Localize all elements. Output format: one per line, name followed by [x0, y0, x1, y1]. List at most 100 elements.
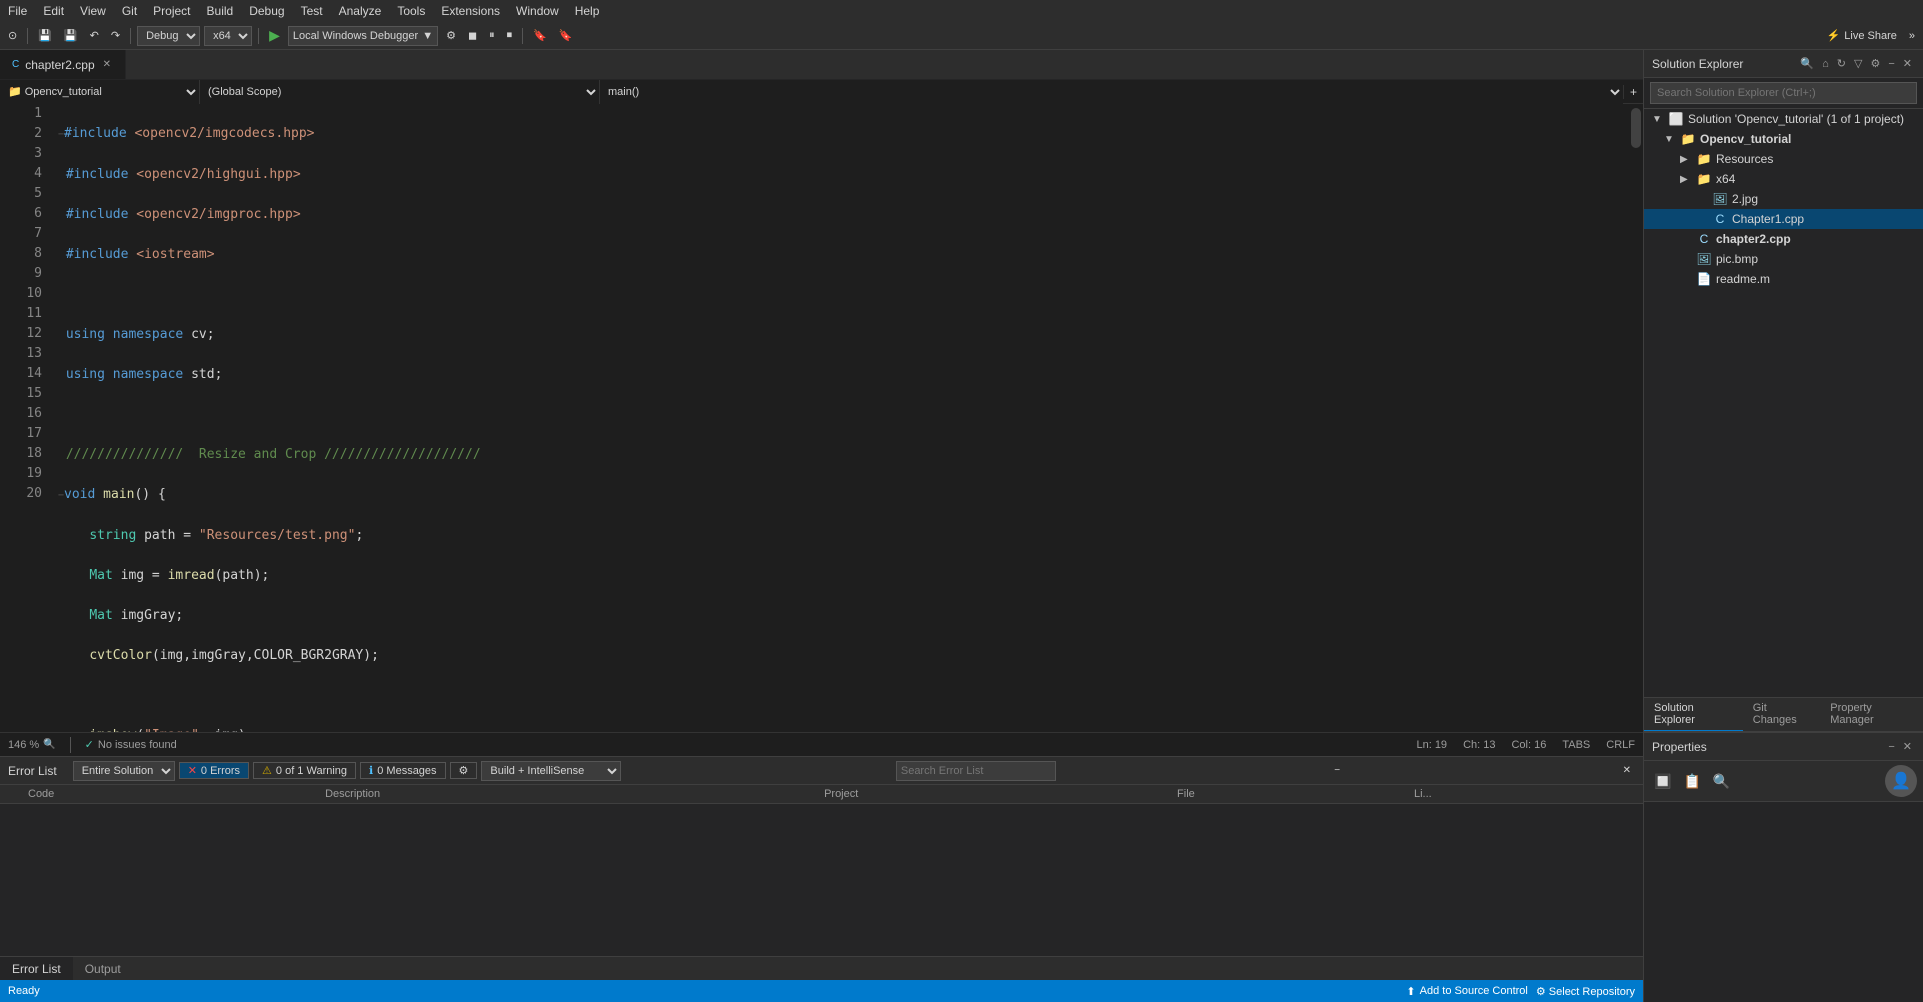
- tab-git-changes[interactable]: Git Changes: [1743, 698, 1820, 731]
- tab-solution-explorer[interactable]: Solution Explorer: [1644, 698, 1743, 731]
- prop-btn-2[interactable]: 📋: [1679, 765, 1704, 797]
- toolbar-save[interactable]: 💾: [34, 27, 56, 44]
- prop-btn-3[interactable]: 🔍: [1709, 765, 1734, 797]
- side-tabs: Solution Explorer Git Changes Property M…: [1644, 697, 1923, 732]
- prop-btn-1[interactable]: 🔲: [1650, 765, 1675, 797]
- toolbar-undo[interactable]: ↶: [86, 27, 103, 44]
- x64-label: x64: [1716, 172, 1735, 186]
- tree-x64[interactable]: ▶ 📁 x64: [1644, 169, 1923, 189]
- tab-property-manager[interactable]: Property Manager: [1820, 698, 1923, 731]
- toolbar-misc2[interactable]: ⏸: [485, 27, 499, 44]
- tree-resources[interactable]: ▶ 📁 Resources: [1644, 149, 1923, 169]
- tree-readme[interactable]: ▶ 📄 readme.m: [1644, 269, 1923, 289]
- select-repo-label: ⚙ Select Repository: [1536, 985, 1635, 998]
- menu-help[interactable]: Help: [567, 2, 608, 20]
- se-minimize-btn[interactable]: −: [1885, 56, 1897, 71]
- code-line-15: [58, 686, 1629, 706]
- toolbar-misc3[interactable]: ⏹: [503, 27, 517, 44]
- error-search-input[interactable]: [896, 761, 1056, 781]
- col-description[interactable]: Description: [317, 785, 816, 804]
- solution-search-input[interactable]: [1650, 82, 1917, 104]
- add-source-control[interactable]: ⬆ Add to Source Control: [1406, 985, 1527, 998]
- toolbar-misc1[interactable]: ◼: [464, 27, 481, 44]
- properties-minimize[interactable]: −: [1885, 739, 1897, 754]
- vertical-scrollbar[interactable]: [1629, 104, 1643, 732]
- status-crlf[interactable]: CRLF: [1606, 739, 1635, 751]
- tab-error-list[interactable]: Error List: [0, 957, 73, 981]
- toolbar-misc5[interactable]: 🔖: [555, 27, 577, 44]
- scrollbar-thumb[interactable]: [1631, 108, 1641, 148]
- error-list-title: Error List: [8, 764, 57, 778]
- se-settings-btn[interactable]: ⚙: [1867, 56, 1883, 71]
- build-filter-select[interactable]: Build + IntelliSense: [481, 761, 621, 781]
- error-list-minimize[interactable]: −: [1330, 765, 1344, 776]
- col-project[interactable]: Project: [816, 785, 1169, 804]
- tree-root[interactable]: ▼ ⬜ Solution 'Opencv_tutorial' (1 of 1 p…: [1644, 109, 1923, 129]
- menu-extensions[interactable]: Extensions: [433, 2, 508, 20]
- tree-2jpg[interactable]: ▶ 🖼 2.jpg: [1644, 189, 1923, 209]
- config-select[interactable]: Debug: [137, 26, 200, 46]
- toolbar-redo[interactable]: ↷: [107, 27, 124, 44]
- expand-btn[interactable]: »: [1905, 28, 1919, 44]
- se-search-btn[interactable]: 🔍: [1797, 56, 1817, 71]
- nav-middle-select[interactable]: (Global Scope): [200, 80, 600, 104]
- intellisense-btn[interactable]: ⚙: [450, 762, 478, 779]
- menu-tools[interactable]: Tools: [389, 2, 433, 20]
- toolbar-back[interactable]: ⊙: [4, 27, 21, 44]
- platform-select[interactable]: x64: [204, 26, 252, 46]
- debugger-label: Local Windows Debugger: [293, 30, 418, 42]
- warnings-badge[interactable]: ⚠ 0 of 1 Warning: [253, 762, 356, 779]
- tree-chapter2[interactable]: ▶ C chapter2.cpp: [1644, 229, 1923, 249]
- menu-view[interactable]: View: [72, 2, 114, 20]
- menu-git[interactable]: Git: [114, 2, 145, 20]
- menu-analyze[interactable]: Analyze: [331, 2, 390, 20]
- side-panel-controls: 🔍 ⌂ ↻ ▽ ⚙ − ✕: [1797, 56, 1915, 71]
- zoom-level[interactable]: 146 % 🔍: [8, 739, 56, 751]
- run-button[interactable]: ▶: [265, 25, 284, 46]
- menu-file[interactable]: File: [0, 2, 35, 20]
- tab-chapter2[interactable]: C chapter2.cpp ✕: [0, 50, 126, 79]
- attach-btn[interactable]: ⚙: [442, 27, 460, 44]
- tree-chapter1[interactable]: ▶ C Chapter1.cpp: [1644, 209, 1923, 229]
- se-collapse-btn[interactable]: ⌂: [1819, 56, 1832, 71]
- nav-plus-btn[interactable]: +: [1623, 85, 1643, 99]
- nav-left-select[interactable]: 📁 Opencv_tutorial: [0, 80, 200, 104]
- tree-project[interactable]: ▼ 📁 Opencv_tutorial: [1644, 129, 1923, 149]
- solution-explorer-title: Solution Explorer: [1652, 57, 1797, 71]
- status-tabs[interactable]: TABS: [1562, 739, 1590, 751]
- tab-close[interactable]: ✕: [101, 58, 113, 71]
- live-share-button[interactable]: ⚡ Live Share: [1827, 29, 1897, 42]
- error-filter-select[interactable]: Entire Solution: [73, 761, 175, 781]
- menu-build[interactable]: Build: [199, 2, 242, 20]
- menu-project[interactable]: Project: [145, 2, 198, 20]
- code-line-8: [58, 405, 1629, 425]
- col-line[interactable]: Li...: [1406, 785, 1643, 804]
- se-filter-btn[interactable]: ▽: [1851, 56, 1865, 71]
- col-code[interactable]: Code: [20, 785, 317, 804]
- menu-debug[interactable]: Debug: [241, 2, 292, 20]
- tree-view: ▼ ⬜ Solution 'Opencv_tutorial' (1 of 1 p…: [1644, 109, 1923, 697]
- menu-window[interactable]: Window: [508, 2, 567, 20]
- code-content[interactable]: −#include <opencv2/imgcodecs.hpp> #inclu…: [50, 104, 1629, 732]
- col-icon[interactable]: [0, 785, 20, 804]
- col-file[interactable]: File: [1169, 785, 1406, 804]
- x64-icon: 📁: [1696, 171, 1712, 187]
- menu-edit[interactable]: Edit: [35, 2, 72, 20]
- code-editor[interactable]: 1 2 3 4 5 6 7 8 9 10 11 12 13 14 15 16 1…: [0, 104, 1643, 732]
- select-repo[interactable]: ⚙ Select Repository: [1536, 985, 1635, 998]
- debugger-dropdown[interactable]: Local Windows Debugger ▼: [288, 26, 438, 46]
- tab-output[interactable]: Output: [73, 957, 133, 981]
- code-line-14: cvtColor(img,imgGray,COLOR_BGR2GRAY);: [58, 646, 1629, 666]
- se-refresh-btn[interactable]: ↻: [1834, 56, 1849, 71]
- messages-badge[interactable]: ℹ 0 Messages: [360, 762, 446, 779]
- menu-test[interactable]: Test: [293, 2, 331, 20]
- errors-badge[interactable]: ✕ 0 Errors: [179, 762, 249, 779]
- error-list-close[interactable]: ✕: [1619, 765, 1635, 776]
- properties-close[interactable]: ✕: [1900, 739, 1915, 754]
- se-close-btn[interactable]: ✕: [1900, 56, 1915, 71]
- toolbar-misc4[interactable]: 🔖: [529, 27, 551, 44]
- nav-right-select[interactable]: main(): [600, 80, 1623, 104]
- code-line-11: string path = "Resources/test.png";: [58, 526, 1629, 546]
- tree-picbmp[interactable]: ▶ 🖼 pic.bmp: [1644, 249, 1923, 269]
- toolbar-save-all[interactable]: 💾: [60, 27, 82, 44]
